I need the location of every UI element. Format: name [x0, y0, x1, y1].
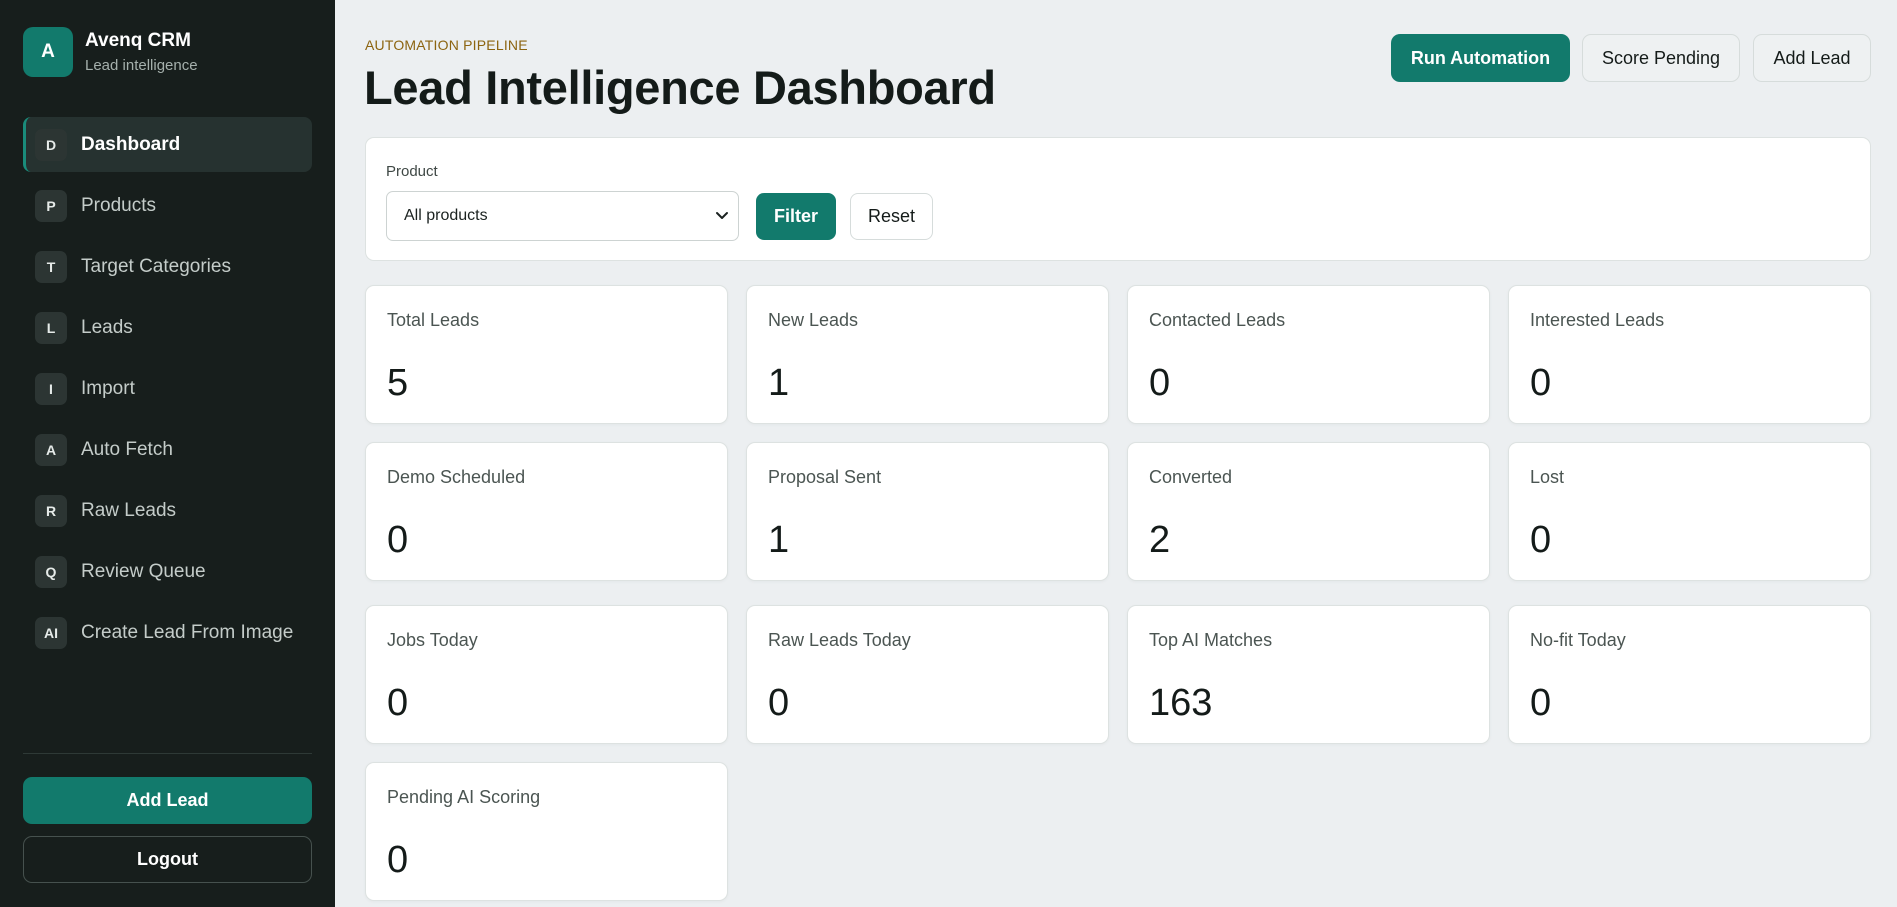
- target-categories-icon: T: [35, 250, 67, 283]
- filter-button[interactable]: Filter: [756, 193, 836, 240]
- logout-button[interactable]: Logout: [23, 836, 312, 883]
- product-select-value: All products: [404, 207, 488, 224]
- dashboard-icon: D: [35, 128, 67, 161]
- stat-card-proposal-sent: Proposal Sent 1: [746, 442, 1109, 581]
- stat-card-converted: Converted 2: [1127, 442, 1490, 581]
- leads-icon: L: [35, 311, 67, 344]
- score-pending-button[interactable]: Score Pending: [1582, 34, 1740, 82]
- stat-label: Lost: [1530, 467, 1565, 487]
- stat-value: 1: [768, 519, 790, 561]
- auto-fetch-icon: A: [35, 433, 67, 466]
- sidebar-divider: [23, 753, 312, 754]
- stat-label: Top AI Matches: [1149, 630, 1273, 650]
- stat-label: Interested Leads: [1530, 310, 1665, 330]
- stat-card-top-ai-matches: Top AI Matches 163: [1127, 605, 1490, 744]
- sidebar-item-label: Leads: [81, 316, 133, 338]
- brand-subtitle: Lead intelligence: [85, 56, 198, 74]
- stat-value: 0: [387, 839, 409, 881]
- sidebar-item-products[interactable]: P Products: [23, 178, 312, 233]
- sidebar-item-leads[interactable]: L Leads: [23, 300, 312, 355]
- stat-card-jobs-today: Jobs Today 0: [365, 605, 728, 744]
- stat-value: 0: [1149, 362, 1171, 404]
- stat-label: Jobs Today: [387, 630, 478, 650]
- sidebar-item-import[interactable]: I Import: [23, 361, 312, 416]
- brand-name: Avenq CRM: [85, 29, 191, 51]
- stat-card-demo-scheduled: Demo Scheduled 0: [365, 442, 728, 581]
- stat-card-contacted-leads: Contacted Leads 0: [1127, 285, 1490, 424]
- stat-value: 0: [1530, 519, 1552, 561]
- stat-value: 0: [387, 682, 409, 724]
- sidebar-item-label: Import: [81, 377, 135, 399]
- product-select[interactable]: All products: [386, 191, 739, 241]
- sidebar-item-label: Target Categories: [81, 255, 231, 277]
- sidebar-nav: D Dashboard P Products T Target Categori…: [23, 117, 312, 666]
- reset-button[interactable]: Reset: [850, 193, 933, 240]
- brand-logo: A: [23, 27, 73, 77]
- stat-label: No-fit Today: [1530, 630, 1626, 650]
- stat-value: 0: [387, 519, 409, 561]
- stat-card-no-fit-today: No-fit Today 0: [1508, 605, 1871, 744]
- create-lead-from-image-icon: AI: [35, 616, 67, 649]
- stat-card-pending-ai-scoring: Pending AI Scoring 0: [365, 762, 728, 901]
- stat-card-lost: Lost 0: [1508, 442, 1871, 581]
- sidebar-add-lead-button[interactable]: Add Lead: [23, 777, 312, 824]
- sidebar-item-label: Dashboard: [81, 133, 181, 155]
- sidebar-item-dashboard[interactable]: D Dashboard: [23, 117, 312, 172]
- raw-leads-icon: R: [35, 494, 67, 527]
- sidebar-item-label: Raw Leads: [81, 499, 177, 521]
- stat-label: Pending AI Scoring: [387, 787, 541, 807]
- sidebar-item-label: Create Lead From Image: [81, 621, 294, 643]
- sidebar-item-label: Products: [81, 194, 156, 216]
- stat-card-interested-leads: Interested Leads 0: [1508, 285, 1871, 424]
- stat-label: New Leads: [768, 310, 859, 330]
- stat-card-raw-leads-today: Raw Leads Today 0: [746, 605, 1109, 744]
- stat-card-total-leads: Total Leads 5: [365, 285, 728, 424]
- sidebar-item-label: Auto Fetch: [81, 438, 173, 460]
- page-eyebrow: AUTOMATION PIPELINE: [365, 37, 528, 53]
- sidebar-item-review-queue[interactable]: Q Review Queue: [23, 544, 312, 599]
- stat-label: Proposal Sent: [768, 467, 882, 487]
- stat-label: Raw Leads Today: [768, 630, 911, 650]
- brand: A Avenq CRM Lead intelligence: [23, 27, 198, 77]
- stat-label: Total Leads: [387, 310, 480, 330]
- run-automation-button[interactable]: Run Automation: [1391, 34, 1570, 82]
- sidebar-item-create-lead-from-image[interactable]: AI Create Lead From Image: [23, 605, 312, 660]
- products-icon: P: [35, 189, 67, 222]
- import-icon: I: [35, 372, 67, 405]
- stat-card-new-leads: New Leads 1: [746, 285, 1109, 424]
- stat-value: 2: [1149, 519, 1171, 561]
- stat-value: 0: [768, 682, 790, 724]
- sidebar: A Avenq CRM Lead intelligence D Dashboar…: [0, 0, 335, 907]
- stat-value: 0: [1530, 682, 1552, 724]
- product-filter-label: Product: [386, 163, 438, 180]
- stat-value: 5: [387, 362, 409, 404]
- review-queue-icon: Q: [35, 555, 67, 588]
- stat-label: Demo Scheduled: [387, 467, 526, 487]
- page-title: Lead Intelligence Dashboard: [364, 61, 996, 114]
- sidebar-item-auto-fetch[interactable]: A Auto Fetch: [23, 422, 312, 477]
- sidebar-item-raw-leads[interactable]: R Raw Leads: [23, 483, 312, 538]
- stat-label: Contacted Leads: [1149, 310, 1286, 330]
- sidebar-item-label: Review Queue: [81, 560, 206, 582]
- filter-panel: Product All products Filter Reset: [365, 137, 1871, 261]
- sidebar-item-target-categories[interactable]: T Target Categories: [23, 239, 312, 294]
- stat-value: 1: [768, 362, 790, 404]
- stat-label: Converted: [1149, 467, 1233, 487]
- stat-value: 0: [1530, 362, 1552, 404]
- add-lead-button[interactable]: Add Lead: [1753, 34, 1871, 82]
- stat-value: 163: [1149, 682, 1213, 724]
- chevron-down-icon: [716, 212, 728, 219]
